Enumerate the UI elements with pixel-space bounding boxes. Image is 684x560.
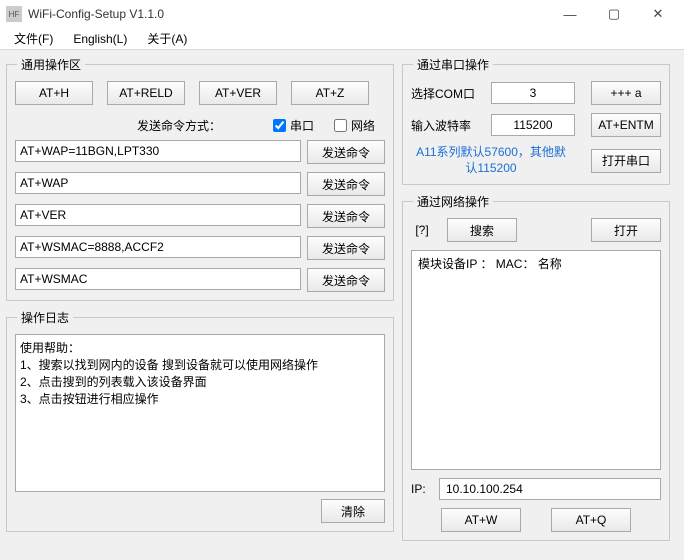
send-cmd-3-button[interactable]: 发送命令 <box>307 204 385 228</box>
search-button[interactable]: 搜索 <box>447 218 517 242</box>
ip-label: IP: <box>411 482 431 496</box>
at-h-button[interactable]: AT+H <box>15 81 93 105</box>
log-legend: 操作日志 <box>17 309 73 326</box>
general-ops-legend: 通用操作区 <box>17 56 85 73</box>
serial-group: 通过串口操作 选择COM口 3 +++ a 输入波特率 115200 AT+EN… <box>402 56 670 185</box>
network-legend: 通过网络操作 <box>413 193 493 210</box>
cmd-input-4[interactable] <box>15 236 301 258</box>
device-list-header: 模块设备IP ： MAC： 名称 <box>418 255 654 272</box>
minimize-button[interactable]: — <box>548 0 592 28</box>
at-entm-button[interactable]: AT+ENTM <box>591 113 661 137</box>
send-cmd-1-button[interactable]: 发送命令 <box>307 140 385 164</box>
send-mode-label: 发送命令方式： <box>137 117 221 134</box>
cmd-input-2[interactable] <box>15 172 301 194</box>
com-label: 选择COM口 <box>411 85 485 102</box>
network-checkbox[interactable]: 网络 <box>334 117 375 134</box>
network-checkbox-label: 网络 <box>351 117 375 134</box>
open-serial-button[interactable]: 打开串口 <box>591 149 661 173</box>
close-button[interactable]: ✕ <box>636 0 680 28</box>
at-ver-button[interactable]: AT+VER <box>199 81 277 105</box>
serial-checkbox-label: 串口 <box>290 117 314 134</box>
send-cmd-5-button[interactable]: 发送命令 <box>307 268 385 292</box>
cmd-input-5[interactable] <box>15 268 301 290</box>
at-w-button[interactable]: AT+W <box>441 508 521 532</box>
at-reld-button[interactable]: AT+RELD <box>107 81 185 105</box>
at-z-button[interactable]: AT+Z <box>291 81 369 105</box>
menu-file[interactable]: 文件(F) <box>4 28 63 49</box>
menu-english[interactable]: English(L) <box>63 30 137 48</box>
baud-hint: A11系列默认57600，其他默认115200 <box>411 145 571 176</box>
baud-value[interactable]: 115200 <box>491 114 575 136</box>
menu-about[interactable]: 关于(A) <box>137 28 197 49</box>
cmd-input-3[interactable] <box>15 204 301 226</box>
baud-label: 输入波特率 <box>411 117 485 134</box>
com-value[interactable]: 3 <box>491 82 575 104</box>
at-q-button[interactable]: AT+Q <box>551 508 631 532</box>
serial-legend: 通过串口操作 <box>413 56 493 73</box>
log-textarea[interactable]: 使用帮助： 1、搜索以找到网内的设备 搜到设备就可以使用网络操作 2、点击搜到的… <box>15 334 385 492</box>
serial-checkbox[interactable]: 串口 <box>273 117 314 134</box>
maximize-button[interactable]: ▢ <box>592 0 636 28</box>
plus-a-button[interactable]: +++ a <box>591 81 661 105</box>
help-link[interactable]: [?] <box>411 223 433 237</box>
network-group: 通过网络操作 [?] 搜索 打开 模块设备IP ： MAC： 名称 IP: AT… <box>402 193 670 541</box>
clear-log-button[interactable]: 清除 <box>321 499 385 523</box>
device-list[interactable]: 模块设备IP ： MAC： 名称 <box>411 250 661 470</box>
send-cmd-4-button[interactable]: 发送命令 <box>307 236 385 260</box>
window-title: WiFi-Config-Setup V1.1.0 <box>28 7 548 21</box>
ip-input[interactable] <box>439 478 661 500</box>
open-net-button[interactable]: 打开 <box>591 218 661 242</box>
send-cmd-2-button[interactable]: 发送命令 <box>307 172 385 196</box>
cmd-input-1[interactable] <box>15 140 301 162</box>
app-icon: HF <box>6 6 22 22</box>
log-group: 操作日志 使用帮助： 1、搜索以找到网内的设备 搜到设备就可以使用网络操作 2、… <box>6 309 394 532</box>
general-ops-group: 通用操作区 AT+H AT+RELD AT+VER AT+Z 发送命令方式： 串… <box>6 56 394 301</box>
